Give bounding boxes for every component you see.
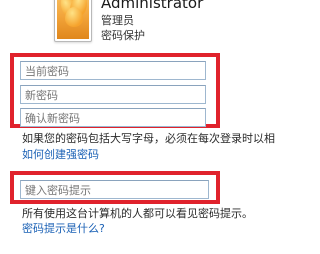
user-name: Administrator — [101, 0, 204, 12]
user-avatar — [54, 0, 92, 42]
confirm-password-field[interactable] — [20, 108, 206, 127]
strong-password-link[interactable]: 如何创建强密码 — [22, 146, 99, 162]
current-password-field[interactable] — [20, 61, 206, 80]
user-role: 管理员 — [101, 14, 134, 27]
flower-picture — [57, 0, 89, 39]
user-status: 密码保护 — [101, 29, 145, 42]
hint-visibility-note: 所有使用这台计算机的人都可以看见密码提示。 — [22, 207, 253, 220]
case-sensitivity-note: 如果您的密码包括大写字母，必须在每次登录时以相 — [22, 132, 275, 145]
password-hint-field[interactable] — [20, 180, 209, 199]
what-is-hint-link[interactable]: 密码提示是什么? — [22, 220, 105, 236]
new-password-field[interactable] — [20, 85, 206, 104]
